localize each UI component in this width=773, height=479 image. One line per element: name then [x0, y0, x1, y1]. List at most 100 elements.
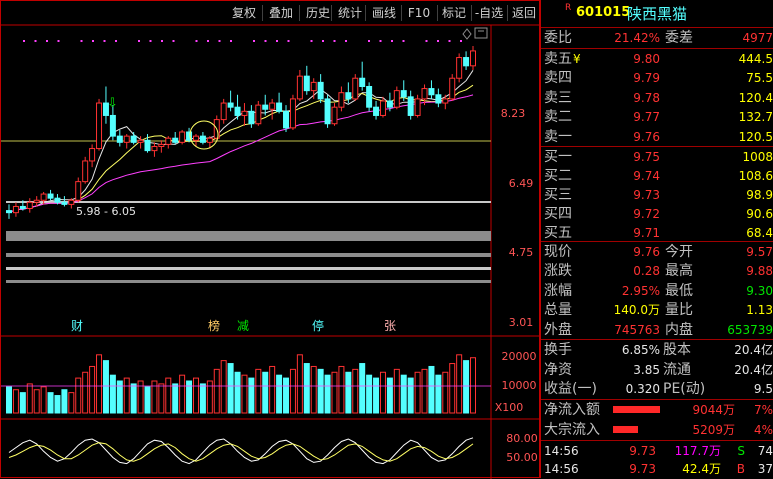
- stat-value: 0.28: [633, 264, 660, 279]
- candle-body: [68, 199, 75, 205]
- signal-dots-row: [23, 40, 462, 42]
- volume-bar: [47, 392, 54, 414]
- volume-bar: [33, 389, 40, 414]
- price-axis-tick: 4.75: [509, 246, 534, 259]
- candle-body: [276, 102, 283, 112]
- candle-body: [179, 131, 186, 143]
- buy-level-volume: 90.6: [746, 207, 773, 221]
- candle-body: [96, 102, 103, 150]
- buy-level-row[interactable]: 买一 9.75 1008: [541, 147, 773, 167]
- finance-label: 净资: [544, 361, 572, 378]
- diamond-icon[interactable]: [462, 28, 472, 40]
- arrow-marker-icon: ⇩: [107, 96, 118, 111]
- tick-row: 14:56 9.73 42.4万 B 37: [541, 459, 773, 478]
- candle-body: [379, 100, 386, 116]
- sell-level-price: 9.76: [633, 129, 660, 144]
- tick-volume: 42.4万: [682, 462, 721, 476]
- signal-dot: [391, 40, 393, 42]
- window-controls: [462, 27, 488, 40]
- candle-body: [331, 106, 338, 125]
- buy-level-row[interactable]: 买四 9.72 90.6: [541, 204, 773, 224]
- sell-level-price: 9.78: [633, 90, 660, 105]
- buy-level-label: 买一: [544, 149, 572, 165]
- volume-bar: [449, 363, 456, 414]
- volume-bar: [82, 371, 89, 414]
- candle-body: [130, 135, 137, 143]
- buy-level-row[interactable]: 买二 9.74 108.6: [541, 166, 773, 186]
- finance-value: 0.320: [625, 382, 660, 396]
- signal-dot: [103, 40, 106, 42]
- stat-label: 外盘: [544, 321, 572, 338]
- signal-dot: [345, 40, 347, 42]
- stat-row: 涨幅 2.95% 最低 9.30: [541, 281, 773, 301]
- candle-body: [283, 110, 290, 129]
- volume-bar: [352, 368, 359, 414]
- volume-bar: [470, 357, 476, 414]
- sell-level-row[interactable]: 卖三 9.78 120.4: [541, 88, 773, 108]
- tick-side: S: [737, 444, 745, 458]
- finance-label: 流通: [663, 361, 691, 378]
- candle-body: [324, 98, 331, 125]
- sell-level-row[interactable]: 卖五 ¥9.80 444.5: [541, 49, 773, 69]
- candle-body: [393, 90, 400, 108]
- volume-bar: [393, 368, 400, 414]
- volume-bar: [192, 377, 199, 414]
- buy-level-row[interactable]: 买三 9.73 98.9: [541, 185, 773, 205]
- badge: R: [565, 3, 572, 13]
- buy-level-row[interactable]: 买五 9.71 68.4: [541, 223, 773, 243]
- candle-body: [463, 57, 470, 67]
- buy-level-label: 买三: [544, 187, 572, 203]
- window-icon[interactable]: [474, 27, 488, 39]
- candle-body: [89, 148, 96, 162]
- candle-body: [40, 193, 47, 201]
- sell-level-row[interactable]: 卖二 9.77 132.7: [541, 107, 773, 127]
- finance-value: 20.4亿: [734, 362, 773, 377]
- volume-bar: [179, 374, 186, 414]
- flow-pct: 7%: [753, 403, 773, 417]
- finance-value: 9.5: [753, 382, 773, 396]
- volume-bar: [255, 368, 262, 414]
- volume-bar: [428, 365, 435, 414]
- candle-body: [109, 114, 116, 137]
- event-marker-finance[interactable]: 财: [71, 319, 83, 333]
- volume-bar: [102, 360, 109, 414]
- tick-side: B: [736, 462, 745, 476]
- event-marker-suspend[interactable]: 停: [312, 318, 324, 333]
- finance-row: 换手 6.85% 股本 20.4亿: [541, 340, 773, 360]
- signal-dot: [46, 40, 48, 42]
- buy-level-price: 9.74: [633, 169, 660, 183]
- event-marker-reduce[interactable]: 减: [237, 319, 249, 333]
- candle-body: [428, 88, 435, 96]
- signal-dot: [57, 40, 60, 42]
- volume-bar: [421, 368, 428, 414]
- buy-level-volume: 1008: [742, 150, 773, 164]
- stat-label: 量比: [665, 302, 693, 319]
- volume-bar: [442, 371, 449, 414]
- volume-bar: [12, 389, 19, 414]
- candle-body: [303, 75, 310, 92]
- candle-body: [234, 106, 241, 116]
- volume-bar: [373, 377, 380, 414]
- buy-level-volume: 68.4: [746, 226, 773, 240]
- kline-chart[interactable]: ⇩ 8.23 6.49 4.75 3.01 5.98 - 6.05 财 榜 减 …: [1, 1, 541, 479]
- volume-bar: [435, 374, 442, 414]
- weibi-value: 21.42%: [614, 31, 660, 45]
- stat-label: 涨幅: [544, 282, 572, 299]
- stat-label: 最高: [665, 263, 693, 280]
- sell-level-row[interactable]: 卖一 9.76 120.5: [541, 127, 773, 147]
- sell-level-label: 卖二: [544, 109, 572, 126]
- flow-value: 5209万: [692, 423, 735, 437]
- volume-bar: [456, 354, 463, 414]
- volume-bar: [213, 368, 220, 414]
- candles: [6, 45, 476, 219]
- candle-body: [421, 88, 428, 100]
- candle-body: [400, 90, 407, 98]
- candle-body: [386, 100, 393, 108]
- signal-dot: [80, 40, 83, 42]
- event-marker-limit[interactable]: 张: [384, 319, 396, 333]
- sell-level-row[interactable]: 卖四 9.79 75.5: [541, 68, 773, 88]
- stock-name: 陕西黑猫: [627, 5, 688, 23]
- weibi-label: 委比: [544, 30, 572, 46]
- event-marker-list[interactable]: 榜: [208, 318, 220, 333]
- volume-bar: [54, 395, 61, 414]
